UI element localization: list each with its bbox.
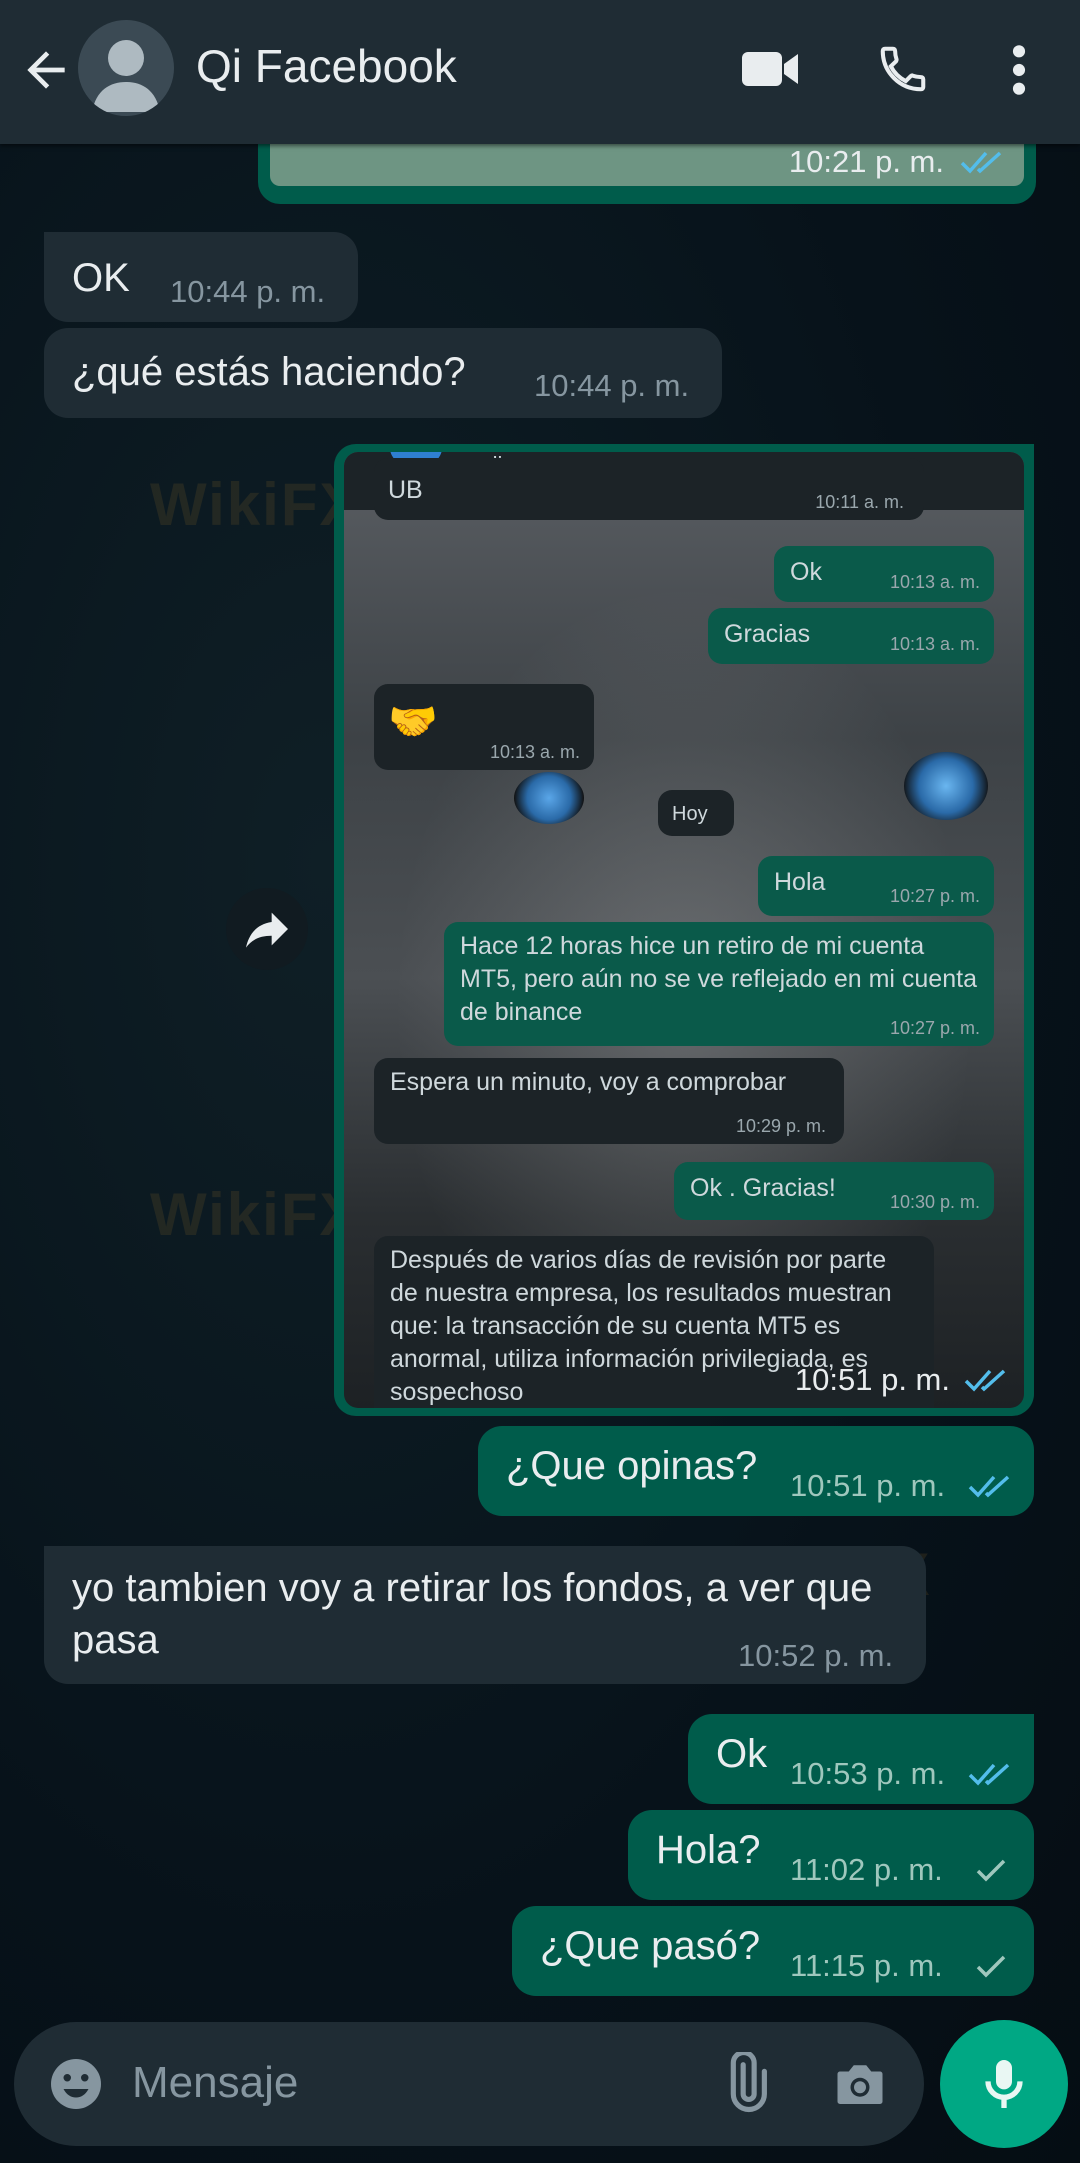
message-bubble-outgoing[interactable]: ¿Que opinas? 10:51 p. m. xyxy=(478,1426,1034,1516)
handshake-emoji: 🤝 xyxy=(388,700,438,744)
screenshot-date: Hoy xyxy=(672,803,708,825)
screenshot-date-chip: Hoy xyxy=(658,790,734,836)
message-placeholder: Mensaje xyxy=(132,2058,299,2107)
read-ticks-icon xyxy=(964,1369,1006,1392)
message-input[interactable]: Mensaje xyxy=(14,2022,924,2146)
screenshot-time: 10:13 a. m. xyxy=(889,572,980,592)
screenshot-time: 10:29 p. m. xyxy=(735,1116,826,1136)
message-time: 10:51 p. m. xyxy=(794,1362,950,1397)
message-time: 10:21 p. m. xyxy=(788,144,944,179)
message-text: Hola? xyxy=(656,1828,761,1872)
screenshot-bubble-incoming: UB 10:11 a. m. xyxy=(374,458,924,520)
wolf-eye-left xyxy=(514,772,584,824)
message-bubble-outgoing[interactable]: Ok 10:53 p. m. xyxy=(688,1714,1034,1804)
message-time: 11:02 p. m. xyxy=(790,1852,943,1887)
emoji-icon[interactable] xyxy=(46,2054,106,2114)
message-text: OK xyxy=(72,256,130,300)
read-ticks-icon xyxy=(968,1763,1010,1786)
camera-icon[interactable] xyxy=(830,2054,890,2114)
phone-icon[interactable] xyxy=(876,42,930,96)
message-bubble-incoming[interactable]: OK 10:44 p. m. xyxy=(44,232,358,322)
sent-tick-icon xyxy=(976,1859,1006,1882)
message-text: ¿qué estás haciendo? xyxy=(72,350,466,394)
screenshot-bubble-incoming: 🤝 10:13 a. m. xyxy=(374,684,594,770)
watermark: WikiFX xyxy=(150,471,362,538)
screenshot-time: 10:27 p. m. xyxy=(889,1018,980,1038)
wolf-eye-right xyxy=(904,752,988,820)
forward-icon xyxy=(246,912,288,948)
message-text: ¿Que opinas? xyxy=(506,1444,758,1488)
screenshot-time: 10:11 a. m. xyxy=(815,492,904,512)
screenshot-time: 10:13 a. m. xyxy=(489,742,580,762)
screenshot-time: 10:27 p. m. xyxy=(889,886,980,906)
screenshot-bubble-outgoing: Ok . Gracias! 10:30 p. m. xyxy=(674,1162,994,1220)
screenshot-text: Ok . Gracias! xyxy=(690,1174,836,1202)
attach-icon[interactable] xyxy=(714,2052,776,2114)
screenshot-time: 10:30 p. m. xyxy=(889,1192,980,1212)
chat-header: Qi Facebook xyxy=(0,0,1080,144)
screenshot-text: Hola xyxy=(774,868,826,896)
screenshot-bubble-incoming: Espera un minuto, voy a comprobar 10:29 … xyxy=(374,1058,844,1144)
more-options-icon[interactable] xyxy=(1004,42,1034,98)
screenshot-text: UB xyxy=(388,476,423,504)
screenshot-bubble-outgoing: Gracias 10:13 a. m. xyxy=(708,608,994,664)
screenshot-bubble-outgoing: Ok 10:13 a. m. xyxy=(774,546,994,602)
message-bubble-incoming[interactable]: yo tambien voy a retirar los fondos, a v… xyxy=(44,1546,926,1684)
message-time: 10:53 p. m. xyxy=(790,1756,946,1791)
voice-message-button[interactable] xyxy=(940,2020,1068,2148)
message-text: ¿Que pasó? xyxy=(540,1924,761,1968)
message-time: 10:51 p. m. xyxy=(790,1468,946,1503)
message-time: 10:52 p. m. xyxy=(738,1638,894,1673)
message-time: 11:15 p. m. xyxy=(790,1948,943,1983)
watermark: WikiFX xyxy=(150,1181,362,1248)
sent-tick-icon xyxy=(976,1955,1006,1978)
read-ticks-icon xyxy=(960,151,1002,174)
screenshot-text: Espera un minuto, voy a comprobar xyxy=(390,1068,787,1096)
screenshot-time: 10:13 a. m. xyxy=(889,634,980,654)
screenshot-text: Gracias xyxy=(724,620,811,648)
message-bubble-outgoing[interactable]: Hola? 11:02 p. m. xyxy=(628,1810,1034,1900)
message-bubble-incoming[interactable]: ¿qué estás haciendo? 10:44 p. m. xyxy=(44,328,722,418)
message-time: 10:44 p. m. xyxy=(534,368,690,403)
contact-name[interactable]: Qi Facebook xyxy=(196,38,457,94)
forward-button[interactable] xyxy=(226,888,308,970)
read-ticks-icon xyxy=(968,1475,1010,1498)
screenshot-bubble-outgoing: Hace 12 horas hice un retiro de mi cuent… xyxy=(444,922,994,1046)
message-bubble-outgoing[interactable]: ¿Que pasó? 11:15 p. m. xyxy=(512,1906,1034,1996)
back-arrow-icon[interactable] xyxy=(18,42,74,98)
message-bubble-outgoing-image[interactable]: en linea UB 10:11 a. m. Ok 10:13 a. m. G… xyxy=(334,444,1034,1416)
mic-icon xyxy=(985,2060,1023,2108)
image-content[interactable]: en linea UB 10:11 a. m. Ok 10:13 a. m. G… xyxy=(344,452,1024,1408)
screenshot-text: Ok xyxy=(790,558,822,586)
message-text: Ok xyxy=(716,1732,768,1776)
video-call-icon[interactable] xyxy=(740,46,800,92)
screenshot-text: Hace 12 horas hice un retiro de mi cuent… xyxy=(460,932,977,1026)
message-time: 10:44 p. m. xyxy=(170,274,326,309)
avatar[interactable] xyxy=(78,20,174,116)
screenshot-bubble-outgoing: Hola 10:27 p. m. xyxy=(758,856,994,916)
